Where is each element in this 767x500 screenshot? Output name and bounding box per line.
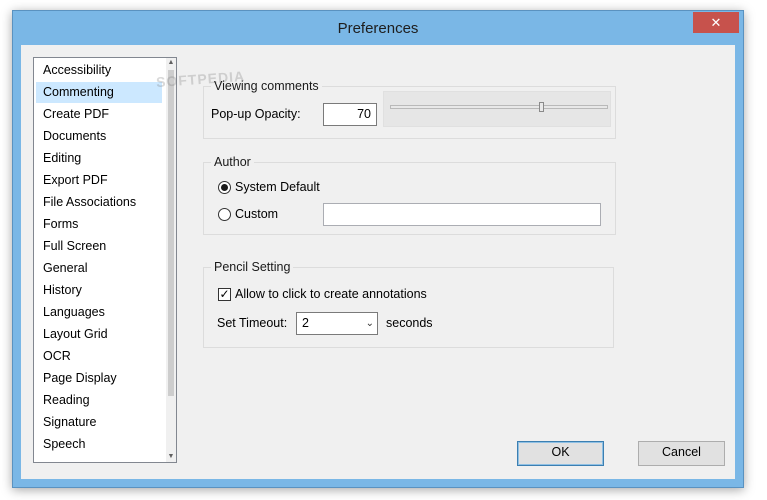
close-button[interactable]: ✕ (693, 12, 739, 33)
category-scrollbar[interactable]: ▲ ▼ (166, 58, 176, 462)
category-item[interactable]: Documents (36, 126, 162, 147)
popup-opacity-label: Pop-up Opacity: (211, 107, 301, 121)
custom-label[interactable]: Custom (235, 207, 278, 221)
pencil-setting-group: Pencil Setting (203, 260, 614, 348)
seconds-label: seconds (386, 316, 433, 330)
ok-button[interactable]: OK (517, 441, 604, 466)
category-item[interactable]: Editing (36, 148, 162, 169)
window-title: Preferences (337, 20, 419, 37)
category-item[interactable]: Page Display (36, 368, 162, 389)
slider-thumb[interactable] (539, 102, 545, 112)
category-item[interactable]: Languages (36, 302, 162, 323)
category-item[interactable]: Full Screen (36, 236, 162, 257)
category-item[interactable]: Commenting (36, 82, 162, 103)
category-item[interactable]: Reading (36, 390, 162, 411)
allow-annotations-label[interactable]: Allow to click to create annotations (235, 287, 427, 301)
viewing-comments-legend: Viewing comments (214, 79, 319, 93)
preferences-window: Preferences ✕ Accessibility Commenting Cre… (12, 10, 744, 488)
system-default-radio[interactable] (218, 181, 231, 194)
category-item[interactable]: History (36, 280, 162, 301)
custom-radio[interactable] (218, 208, 231, 221)
popup-opacity-slider[interactable] (383, 91, 611, 127)
check-icon: ✓ (219, 287, 230, 301)
timeout-value: 2 (302, 316, 309, 330)
radio-selected-dot (221, 184, 228, 191)
category-item[interactable]: OCR (36, 346, 162, 367)
popup-opacity-input[interactable]: 70 (323, 103, 377, 126)
category-list[interactable]: Accessibility Commenting Create PDF Documen… (33, 57, 177, 463)
system-default-label[interactable]: System Default (235, 180, 320, 194)
timeout-select[interactable]: 2 ⌄ (296, 312, 378, 335)
category-item[interactable]: File Associations (36, 192, 162, 213)
custom-author-field[interactable] (323, 203, 601, 226)
author-legend: Author (214, 155, 251, 169)
category-item[interactable]: Export PDF (36, 170, 162, 191)
category-item[interactable]: Layout Grid (36, 324, 162, 345)
dialog-body: Accessibility Commenting Create PDF Documen… (21, 45, 735, 479)
set-timeout-label: Set Timeout: (217, 316, 288, 330)
category-item[interactable]: General (36, 258, 162, 279)
close-icon: ✕ (710, 15, 722, 30)
cancel-button[interactable]: Cancel (638, 441, 725, 466)
allow-annotations-checkbox[interactable]: ✓ (218, 288, 231, 301)
category-item[interactable]: Forms (36, 214, 162, 235)
slider-track (390, 105, 608, 109)
scrollbar-thumb[interactable] (168, 70, 174, 396)
category-item[interactable]: Accessibility (36, 60, 162, 81)
scroll-down-arrow-icon[interactable]: ▼ (166, 452, 176, 462)
scroll-up-arrow-icon[interactable]: ▲ (166, 58, 176, 68)
category-item[interactable]: Signature (36, 412, 162, 433)
title-bar[interactable]: Preferences ✕ (13, 11, 743, 45)
pencil-setting-legend: Pencil Setting (214, 260, 291, 274)
chevron-down-icon[interactable]: ⌄ (366, 313, 374, 334)
category-item[interactable]: Create PDF (36, 104, 162, 125)
category-item[interactable]: Speech (36, 434, 162, 455)
